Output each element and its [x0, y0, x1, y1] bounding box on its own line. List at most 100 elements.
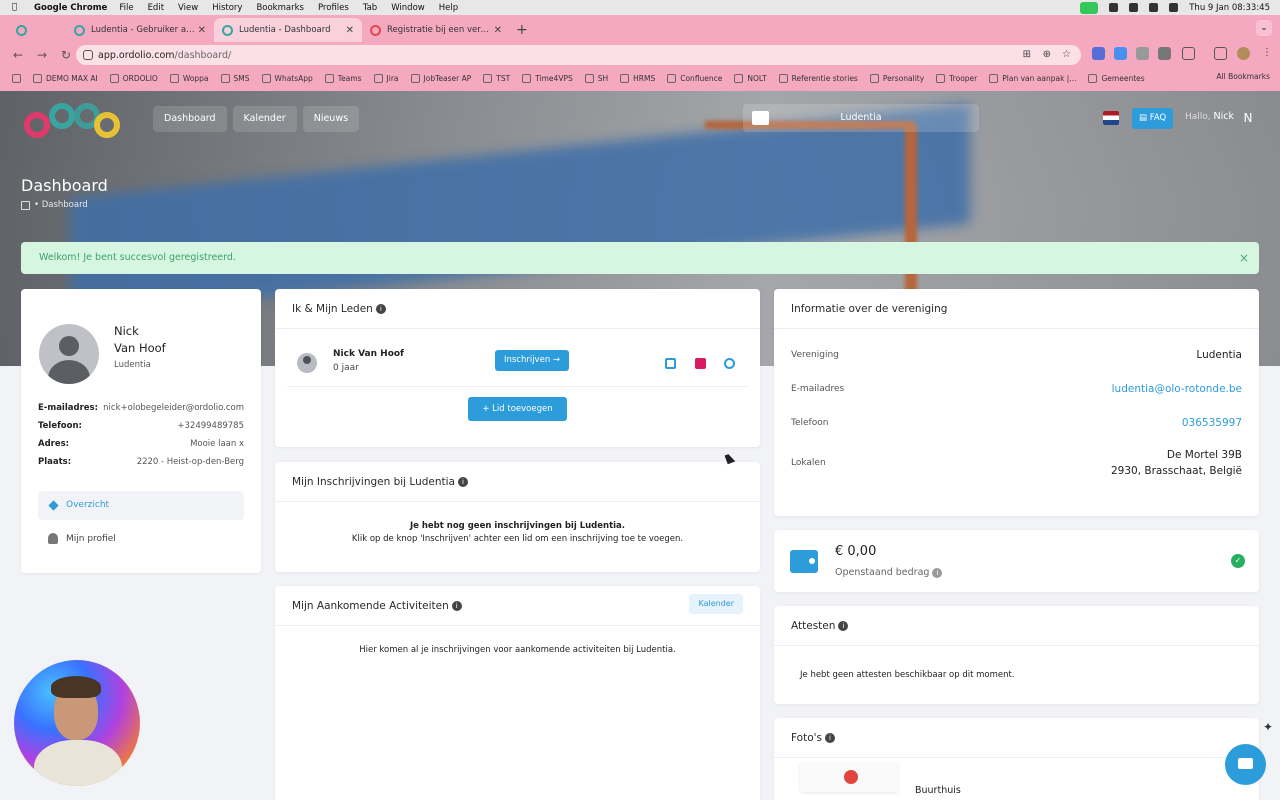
info-label: Lokalen: [791, 458, 826, 468]
new-tab-button[interactable]: +: [516, 22, 528, 38]
sidebar-item-overview[interactable]: Overzicht: [38, 491, 244, 520]
bookmark[interactable]: Time4VPS: [522, 73, 573, 83]
bookmark[interactable]: Jira: [373, 73, 399, 83]
email-link[interactable]: ludentia@olo-rotonde.be: [1112, 381, 1242, 397]
info-icon[interactable]: i: [838, 621, 849, 631]
reading-list-icon[interactable]: [1214, 47, 1227, 60]
register-button[interactable]: Inschrijven →: [495, 350, 569, 371]
sidebar-item-profile[interactable]: Mijn profiel: [38, 525, 244, 553]
wifi-icon[interactable]: [1129, 3, 1139, 12]
facetime-icon[interactable]: [1080, 1, 1099, 14]
home-icon[interactable]: [21, 200, 30, 210]
photos-card: Foto's i Buurthuis: [774, 718, 1259, 800]
close-icon[interactable]: ×: [1239, 242, 1249, 274]
menu-edit[interactable]: Edit: [148, 3, 164, 13]
info-icon[interactable]: i: [375, 304, 386, 314]
menu-history[interactable]: History: [212, 3, 242, 13]
add-member-button[interactable]: + Lid toevoegen: [468, 397, 567, 421]
zoom-icon[interactable]: ⊕: [1043, 49, 1051, 60]
menu-file[interactable]: File: [119, 3, 133, 13]
faq-button[interactable]: ▤ FAQ: [1132, 108, 1174, 129]
menu-view[interactable]: View: [178, 3, 198, 13]
bookmark[interactable]: Personality: [869, 73, 924, 83]
bookmark[interactable]: Woppa: [169, 73, 209, 83]
gear-icon[interactable]: [1109, 3, 1119, 12]
info-icon[interactable]: i: [458, 477, 468, 487]
nav-dashboard[interactable]: Dashboard: [153, 106, 227, 132]
nav-kalender[interactable]: Kalender: [232, 106, 297, 132]
menu-window[interactable]: Window: [391, 3, 425, 13]
site-info-icon[interactable]: [83, 50, 93, 60]
close-icon[interactable]: ✕: [346, 25, 354, 36]
ordolio-logo[interactable]: [24, 100, 124, 138]
sparkle-icon[interactable]: ✦: [1263, 720, 1273, 734]
bookmark[interactable]: ORDOLIO: [109, 73, 158, 83]
menu-help[interactable]: Help: [439, 3, 458, 13]
extension-icon[interactable]: [1158, 47, 1171, 60]
association-switcher[interactable]: Ludentia: [743, 104, 979, 132]
menu-profiles[interactable]: Profiles: [318, 3, 349, 13]
chat-button[interactable]: [1225, 744, 1266, 785]
info-row: E-mailadres ludentia@olo-rotonde.be: [791, 381, 1242, 397]
battery-icon[interactable]: [1149, 3, 1159, 12]
apps-icon[interactable]: [12, 73, 21, 83]
album-title[interactable]: Buurthuis: [915, 785, 961, 796]
edit-icon[interactable]: [665, 358, 676, 369]
all-bookmarks[interactable]: All Bookmarks: [1216, 72, 1270, 81]
bookmark[interactable]: WhatsApp: [261, 73, 313, 83]
nl-flag-icon[interactable]: [1103, 111, 1119, 125]
bookmark[interactable]: HRMS: [620, 73, 655, 83]
star-icon[interactable]: ☆: [1062, 49, 1071, 60]
search-icon[interactable]: [1169, 3, 1179, 12]
more-icon[interactable]: ⋮: [1262, 47, 1275, 60]
tab-dashboard[interactable]: Ludentia - Dashboard ✕: [214, 18, 362, 42]
translate-icon[interactable]: ⊞: [1023, 49, 1031, 60]
bookmark[interactable]: Confluence: [667, 73, 722, 83]
extension-icon[interactable]: [1092, 47, 1105, 60]
tab-search-button[interactable]: ⌄: [1256, 20, 1272, 36]
phone-link[interactable]: 036535997: [1182, 415, 1242, 431]
bookmark[interactable]: Gemeentes: [1088, 73, 1145, 83]
bookmark[interactable]: Teams: [324, 73, 362, 83]
bookmark-label: Trooper: [949, 73, 978, 83]
profile-icon[interactable]: [1237, 47, 1250, 60]
bookmark[interactable]: Referentie stories: [778, 73, 858, 83]
tab-strip: Ludentia - Gebruiker activeren ✕ Ludenti…: [0, 15, 1280, 42]
info-row: Vereniging Ludentia: [791, 347, 1242, 363]
address-bar[interactable]: app.ordolio.com/dashboard/ ⊞ ⊕ ☆: [76, 45, 1081, 65]
close-icon[interactable]: ✕: [198, 25, 206, 36]
reload-icon[interactable]: ↻: [60, 48, 72, 62]
menu-tab[interactable]: Tab: [363, 3, 377, 13]
bookmark[interactable]: Plan van aanpak |...: [989, 73, 1076, 83]
app-name[interactable]: Google Chrome: [34, 3, 107, 13]
faq-label: FAQ: [1149, 113, 1167, 123]
apple-icon[interactable]: : [12, 2, 24, 14]
calendar-button[interactable]: Kalender: [689, 594, 743, 614]
info-icon[interactable]: i: [451, 601, 462, 611]
bookmark[interactable]: NOLT: [734, 73, 767, 83]
toolbar: ← → ↻ app.ordolio.com/dashboard/ ⊞ ⊕ ☆ ⋮: [0, 42, 1280, 68]
nav-nieuws[interactable]: Nieuws: [302, 106, 360, 132]
medical-icon[interactable]: [695, 358, 706, 369]
extension-icon[interactable]: [1136, 47, 1149, 60]
tab-pinned[interactable]: [8, 18, 66, 42]
user-settings-icon[interactable]: [724, 358, 735, 369]
bookmark[interactable]: Trooper: [936, 73, 978, 83]
close-icon[interactable]: ✕: [494, 25, 502, 36]
info-icon[interactable]: i: [932, 567, 943, 578]
info-icon[interactable]: i: [825, 733, 835, 743]
forward-icon[interactable]: →: [36, 48, 48, 62]
album-thumbnail[interactable]: [800, 762, 898, 792]
bookmark[interactable]: JobTeaser AP: [410, 73, 471, 83]
puzzle-icon[interactable]: [1182, 47, 1195, 60]
bookmark[interactable]: TST: [483, 73, 510, 83]
back-icon[interactable]: ←: [12, 48, 24, 62]
avatar[interactable]: N: [1238, 107, 1258, 129]
menu-bookmarks[interactable]: Bookmarks: [256, 3, 304, 13]
tab-activate[interactable]: Ludentia - Gebruiker activeren ✕: [66, 18, 214, 42]
bookmark[interactable]: SH: [584, 73, 608, 83]
bookmark[interactable]: DEMO MAX AI: [33, 73, 98, 83]
extension-icon[interactable]: [1114, 47, 1127, 60]
bookmark[interactable]: SMS: [220, 73, 250, 83]
tab-registration[interactable]: Registratie bij een vereniging ✕: [362, 18, 510, 42]
